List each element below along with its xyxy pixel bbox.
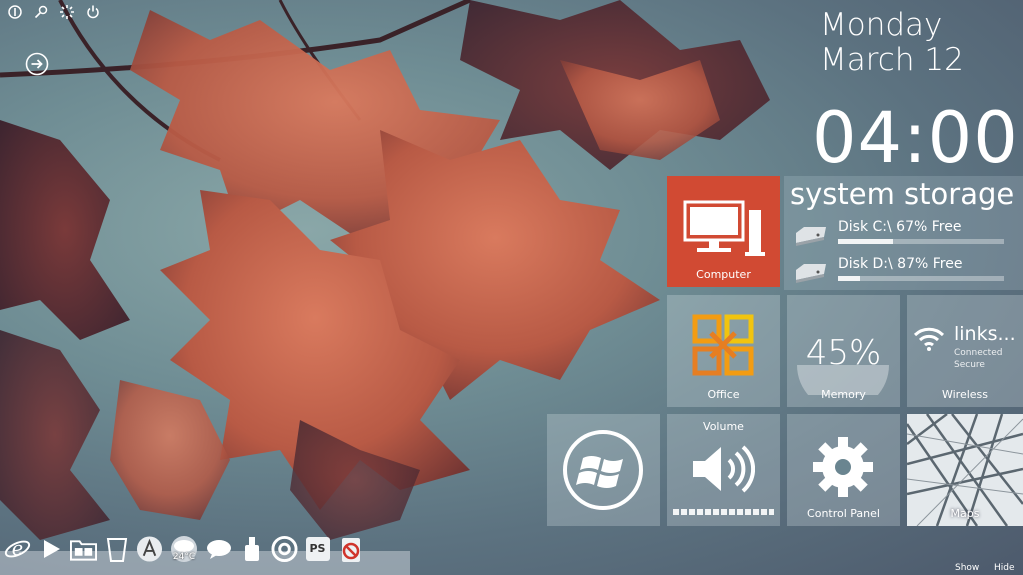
info-icon[interactable] [6, 3, 24, 21]
volume-slider[interactable] [673, 509, 774, 515]
storage-title: system storage [790, 177, 1015, 211]
disk-c-bar [838, 239, 1004, 244]
disk-c-label: Disk C:\ 67% Free [838, 219, 962, 235]
day-label: Monday [820, 7, 943, 43]
system-bar [6, 3, 102, 21]
hard-drive-icon [796, 227, 826, 246]
date-display: Monday March 12 [820, 8, 964, 78]
maps-label: Maps [950, 507, 980, 520]
disk-c[interactable]: Disk C:\ 67% Free [792, 219, 1004, 249]
wireless-label: Wireless [941, 388, 989, 401]
memory-value: 45% [805, 333, 882, 373]
show-button[interactable]: Show [955, 563, 979, 573]
loading-spinner-icon[interactable] [58, 3, 76, 21]
disk-d-bar [838, 276, 1004, 281]
chat-bubble-icon[interactable] [205, 534, 232, 564]
wifi-status: Connected Secure [954, 347, 1002, 371]
speaker-icon [693, 445, 755, 493]
windows-tile[interactable] [547, 414, 660, 526]
clock: 04:00 [812, 97, 1019, 179]
weather-icon[interactable]: 24°C [169, 534, 199, 564]
computer-icon [683, 200, 765, 256]
month-day-label: March 12 [820, 42, 964, 78]
dock: e 24°C PS [4, 534, 364, 564]
wifi-network-name: links... [954, 323, 1016, 345]
wifi-icon [913, 327, 945, 351]
hard-drive-icon [796, 264, 826, 283]
wifi-status-connected: Connected [954, 348, 1003, 358]
weather-temperature: 24°C [172, 552, 196, 562]
disk-d-label: Disk D:\ 87% Free [838, 256, 963, 272]
folder-icon[interactable] [70, 534, 97, 564]
memory-tile[interactable]: 45% Memory [787, 295, 900, 407]
recycle-bin-icon[interactable] [103, 534, 130, 564]
volume-title: Volume [703, 420, 744, 433]
office-label: Office [707, 388, 740, 401]
windows-logo-icon [563, 430, 643, 510]
computer-tile[interactable]: Computer [667, 176, 780, 287]
power-icon[interactable] [84, 3, 102, 21]
computer-label: Computer [696, 268, 751, 281]
usb-drive-icon[interactable] [238, 534, 265, 564]
acrobat-icon[interactable] [136, 534, 163, 564]
control-panel-tile[interactable]: Control Panel [787, 414, 900, 526]
office-tile[interactable]: Office [667, 295, 780, 407]
wifi-status-secure: Secure [954, 360, 985, 370]
volume-tile[interactable]: Volume [667, 414, 780, 526]
chrome-icon[interactable] [271, 534, 298, 564]
disk-d[interactable]: Disk D:\ 87% Free [792, 256, 1004, 286]
svg-text:e: e [12, 537, 23, 560]
maps-tile[interactable]: Maps [907, 414, 1023, 526]
control-panel-label: Control Panel [807, 507, 880, 520]
gear-icon [813, 437, 873, 497]
photoshop-label: PS [309, 542, 326, 555]
hide-button[interactable]: Hide [994, 563, 1015, 573]
play-icon[interactable] [37, 534, 64, 564]
circle-arrow-right-icon[interactable] [25, 52, 49, 76]
no-entry-icon[interactable] [337, 534, 364, 564]
photoshop-icon[interactable]: PS [304, 534, 331, 564]
key-icon[interactable] [32, 3, 50, 21]
office-logo-icon [692, 314, 754, 376]
memory-label: Memory [821, 388, 866, 401]
wireless-tile[interactable]: links... Connected Secure Wireless [907, 295, 1023, 407]
internet-explorer-icon[interactable]: e [4, 534, 31, 564]
